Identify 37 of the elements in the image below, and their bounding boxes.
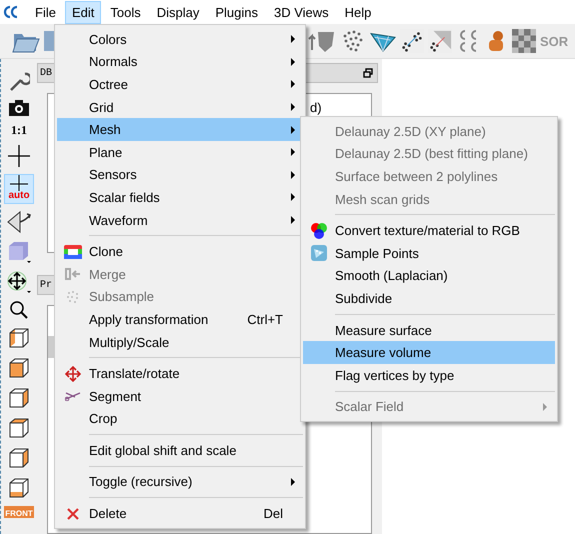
menu-item[interactable]: Sample Points xyxy=(303,242,555,265)
panel-tab[interactable]: DB xyxy=(40,68,52,78)
menu-item[interactable]: Toggle (recursive) xyxy=(57,470,303,494)
menu-bar-item[interactable]: 3D Views xyxy=(266,0,336,24)
menu-item[interactable]: Scalar fields xyxy=(57,186,303,209)
menu-item[interactable]: Subdivide xyxy=(303,287,555,310)
menu-item[interactable]: Segment xyxy=(57,384,303,408)
menu-item[interactable]: Apply transformation Ctrl+T xyxy=(57,308,303,331)
menu-item[interactable]: Crop xyxy=(57,408,303,430)
menu-item[interactable]: Convert texture/material to RGB xyxy=(303,219,555,242)
menu-bar-item[interactable]: Plugins xyxy=(208,0,265,24)
menu-item[interactable]: Grid xyxy=(57,96,303,118)
menu-item[interactable]: Measure surface xyxy=(303,318,555,342)
menu-bar-item[interactable]: Tools xyxy=(103,0,148,24)
menu-item[interactable]: Normals xyxy=(57,50,303,74)
menu-item[interactable]: Measure volume xyxy=(303,341,555,364)
zoom-one-to-one-button[interactable]: 1:1 xyxy=(11,123,27,138)
menu-item[interactable]: Edit global shift and scale xyxy=(57,439,303,462)
menu-item[interactable]: Colors xyxy=(57,28,303,51)
menu-item[interactable]: Translate/rotate xyxy=(57,362,303,385)
tree-item[interactable]: d) xyxy=(310,100,322,115)
auto-pivot-button[interactable]: auto xyxy=(4,174,34,204)
menu-bar-item[interactable]: Help xyxy=(338,0,378,24)
menu-bar-item[interactable]: Display xyxy=(150,0,206,24)
menu-item[interactable]: Clone xyxy=(57,240,303,263)
menu-bar-item[interactable]: Edit xyxy=(64,0,102,24)
menu-bar-item[interactable]: File xyxy=(28,0,63,24)
menu-item[interactable]: Octree xyxy=(57,73,303,96)
menu-item[interactable]: Mesh xyxy=(57,118,303,141)
menu-item[interactable]: Multiply/Scale xyxy=(57,330,303,354)
menu-item[interactable]: Plane xyxy=(57,140,303,164)
menu-item[interactable]: Sensors xyxy=(57,164,303,186)
panel-tab[interactable]: Pr xyxy=(40,280,52,290)
menu-item[interactable]: Waveform xyxy=(57,208,303,232)
menu-item[interactable]: Smooth (Laplacian) xyxy=(303,264,555,288)
menu-item[interactable]: Delete Del xyxy=(57,502,303,525)
menu-item[interactable]: Flag vertices by type xyxy=(303,364,555,387)
